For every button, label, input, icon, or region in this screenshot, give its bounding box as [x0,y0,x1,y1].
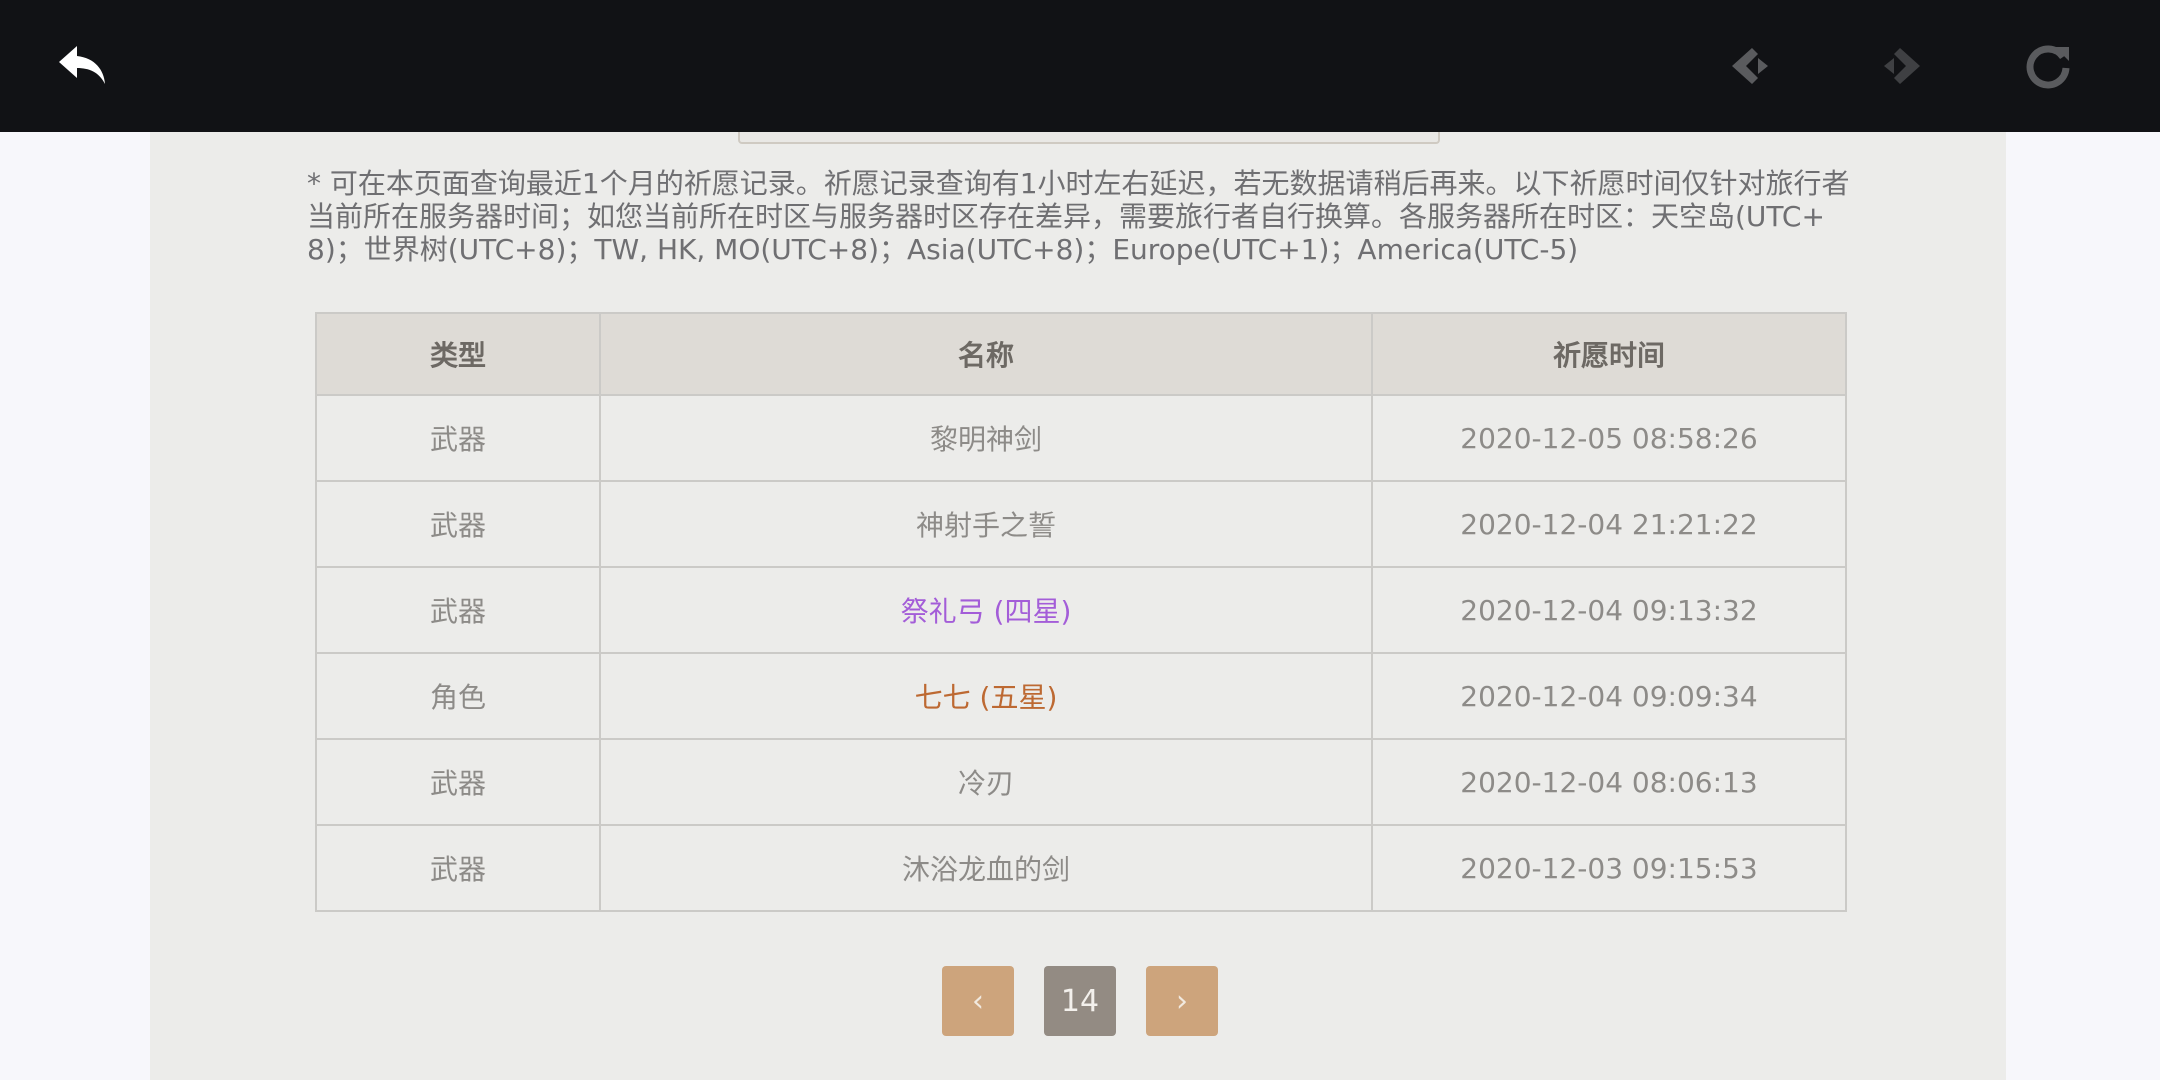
selector-box-edge [738,132,1440,144]
table-row: 武器 冷刃 2020-12-04 08:06:13 [315,738,1847,826]
cell-time: 2020-12-04 21:21:22 [1371,480,1847,568]
prev-page-button[interactable]: ‹ [942,966,1014,1036]
cell-name: 神射手之誓 [599,480,1373,568]
history-forward-button[interactable] [1860,26,1940,106]
cell-type: 武器 [315,480,601,568]
table-header-row: 类型 名称 祈愿时间 [315,312,1847,396]
header-name: 名称 [599,312,1373,396]
header-time: 祈愿时间 [1371,312,1847,396]
history-back-button[interactable] [1712,26,1792,106]
cell-time: 2020-12-04 09:09:34 [1371,652,1847,740]
chevron-left-icon: ‹ [972,983,984,1019]
header-type: 类型 [315,312,601,396]
next-page-button[interactable]: › [1146,966,1218,1036]
pagination: ‹ 14 › [942,966,1218,1036]
cell-name: 黎明神剑 [599,394,1373,482]
table-row: 武器 黎明神剑 2020-12-05 08:58:26 [315,394,1847,482]
cell-type: 武器 [315,824,601,912]
wish-history-page: * 可在本页面查询最近1个月的祈愿记录。祈愿记录查询有1小时左右延迟，若无数据请… [150,132,2006,1080]
cell-time: 2020-12-04 09:13:32 [1371,566,1847,654]
reload-icon [2026,45,2070,89]
wish-records-table: 类型 名称 祈愿时间 武器 黎明神剑 2020-12-05 08:58:26 武… [315,312,1847,912]
cell-type: 角色 [315,652,601,740]
browser-toolbar [0,0,2160,132]
cell-name-five-star: 七七 (五星) [599,652,1373,740]
back-icon [59,46,105,84]
cell-name-four-star: 祭礼弓 (四星) [599,566,1373,654]
reload-button[interactable] [2008,26,2088,106]
cell-type: 武器 [315,566,601,654]
cell-time: 2020-12-03 09:15:53 [1371,824,1847,912]
cell-name: 冷刃 [599,738,1373,826]
table-row: 武器 沐浴龙血的剑 2020-12-03 09:15:53 [315,824,1847,912]
chevron-right-icon: › [1176,983,1188,1019]
current-page-indicator: 14 [1044,966,1116,1036]
cell-type: 武器 [315,738,601,826]
prev-icon [1732,48,1768,84]
table-row: 角色 七七 (五星) 2020-12-04 09:09:34 [315,652,1847,740]
cell-name: 沐浴龙血的剑 [599,824,1373,912]
wish-notice: * 可在本页面查询最近1个月的祈愿记录。祈愿记录查询有1小时左右延迟，若无数据请… [307,167,1850,266]
table-row: 武器 祭礼弓 (四星) 2020-12-04 09:13:32 [315,566,1847,654]
table-row: 武器 神射手之誓 2020-12-04 21:21:22 [315,480,1847,568]
back-button[interactable] [43,26,123,106]
cell-time: 2020-12-04 08:06:13 [1371,738,1847,826]
cell-time: 2020-12-05 08:58:26 [1371,394,1847,482]
cell-type: 武器 [315,394,601,482]
next-icon [1884,48,1920,84]
